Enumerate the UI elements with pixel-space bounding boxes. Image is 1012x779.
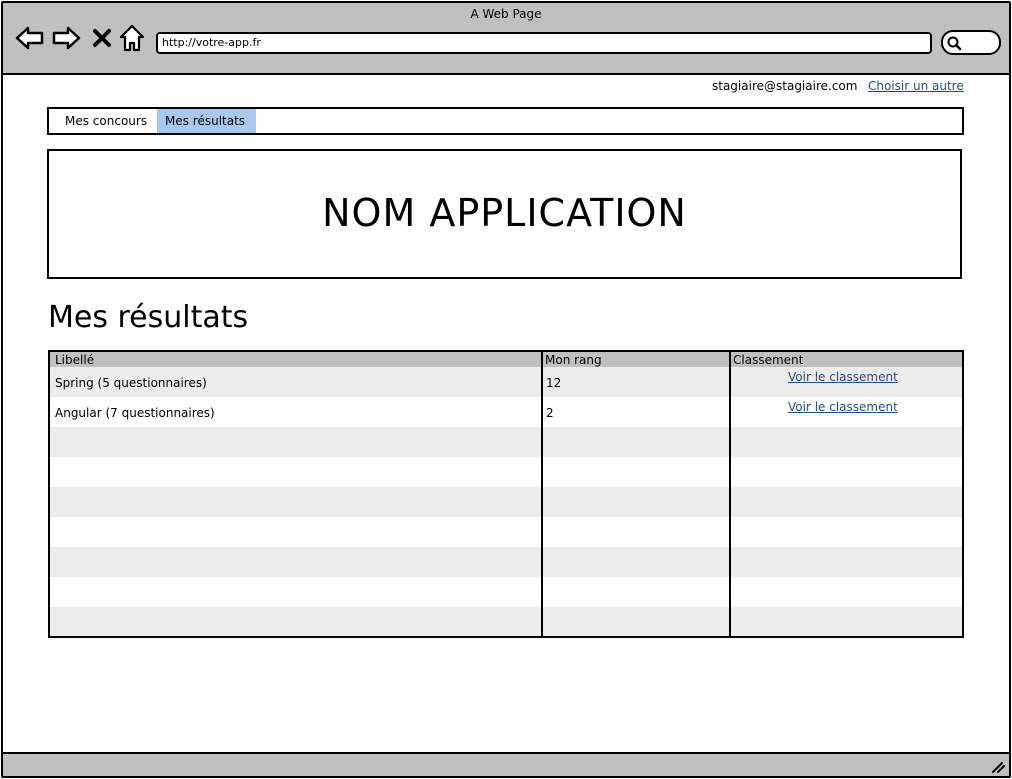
tab-bar: Mes concours Mes résultats <box>47 107 964 135</box>
cell-rang: 12 <box>546 376 562 390</box>
back-arrow-icon[interactable] <box>15 23 45 53</box>
column-header-rang[interactable]: Mon rang <box>545 352 602 368</box>
column-header-libelle[interactable]: Libellé <box>55 352 94 368</box>
voir-classement-link[interactable]: Voir le classement <box>788 370 898 384</box>
table-row: Spring (5 questionnaires) 12 Voir le cla… <box>50 367 962 397</box>
choose-other-link[interactable]: Choisir un autre <box>868 79 964 93</box>
home-icon[interactable] <box>117 23 147 53</box>
results-table: Libellé Mon rang Classement Spring (5 qu… <box>48 350 964 638</box>
cell-rang: 2 <box>546 406 554 420</box>
close-x-icon[interactable] <box>87 23 117 53</box>
window-title: A Web Page <box>470 7 542 21</box>
browser-toolbar: A Web Page http://votre-app.fr <box>3 3 1009 75</box>
table-row-empty <box>50 577 962 607</box>
table-header: Libellé Mon rang Classement <box>50 352 962 367</box>
forward-arrow-icon[interactable] <box>51 23 81 53</box>
table-row-empty <box>50 517 962 547</box>
column-header-classement[interactable]: Classement <box>733 352 803 368</box>
app-name-title: NOM APPLICATION <box>322 191 687 235</box>
app-banner: NOM APPLICATION <box>47 149 962 279</box>
user-email: stagiaire@stagiaire.com <box>712 79 858 93</box>
page-title: Mes résultats <box>48 300 249 335</box>
status-bar <box>3 752 1009 776</box>
search-icon <box>947 36 962 51</box>
table-row-empty <box>50 457 962 487</box>
cell-libelle: Angular (7 questionnaires) <box>55 406 215 420</box>
resize-grip-icon[interactable] <box>991 761 1005 773</box>
tab-mes-resultats[interactable]: Mes résultats <box>157 109 256 133</box>
browser-search-field[interactable] <box>941 30 1001 55</box>
column-divider <box>541 352 543 636</box>
cell-libelle: Spring (5 questionnaires) <box>55 376 207 390</box>
table-row-empty <box>50 607 962 636</box>
column-divider <box>729 352 731 636</box>
tab-mes-concours[interactable]: Mes concours <box>57 109 155 133</box>
table-row: Angular (7 questionnaires) 2 Voir le cla… <box>50 397 962 427</box>
voir-classement-link[interactable]: Voir le classement <box>788 400 898 414</box>
table-row-empty <box>50 547 962 577</box>
table-row-empty <box>50 487 962 517</box>
address-bar[interactable]: http://votre-app.fr <box>156 32 932 54</box>
table-row-empty <box>50 427 962 457</box>
